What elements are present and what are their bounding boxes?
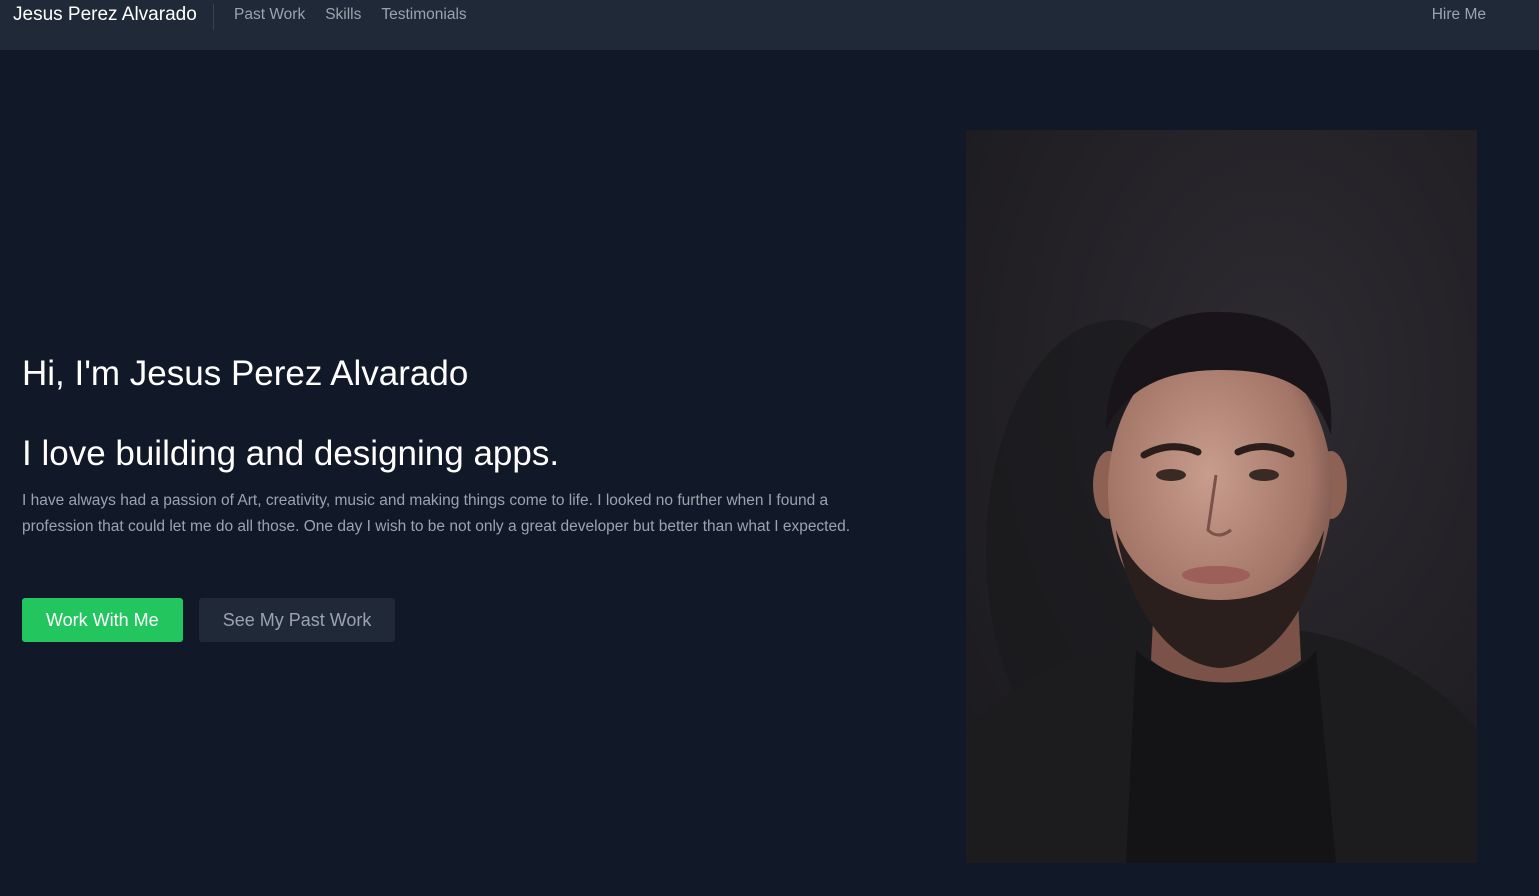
profile-photo [966, 130, 1477, 863]
hero-greeting: Hi, I'm Jesus Perez Alvarado [22, 354, 469, 393]
work-with-me-button[interactable]: Work With Me [22, 598, 183, 642]
profile-photo-illustration [966, 130, 1477, 863]
top-navbar: Jesus Perez Alvarado Past Work Skills Te… [0, 0, 1539, 50]
nav-links: Past Work Skills Testimonials [234, 5, 467, 25]
nav-link-past-work[interactable]: Past Work [234, 5, 305, 25]
hero-bio: I have always had a passion of Art, crea… [22, 492, 851, 535]
see-past-work-button[interactable]: See My Past Work [198, 598, 396, 642]
hero-actions: Work With Me See My Past Work [22, 598, 396, 642]
nav-link-testimonials[interactable]: Testimonials [381, 5, 466, 25]
nav-link-skills[interactable]: Skills [325, 5, 361, 25]
hire-me-link[interactable]: Hire Me [1432, 5, 1486, 25]
hero-section: Hi, I'm Jesus Perez Alvarado I love buil… [22, 352, 882, 540]
hero-tagline: I love building and designing apps. [22, 434, 560, 473]
site-brand[interactable]: Jesus Perez Alvarado [13, 4, 214, 30]
